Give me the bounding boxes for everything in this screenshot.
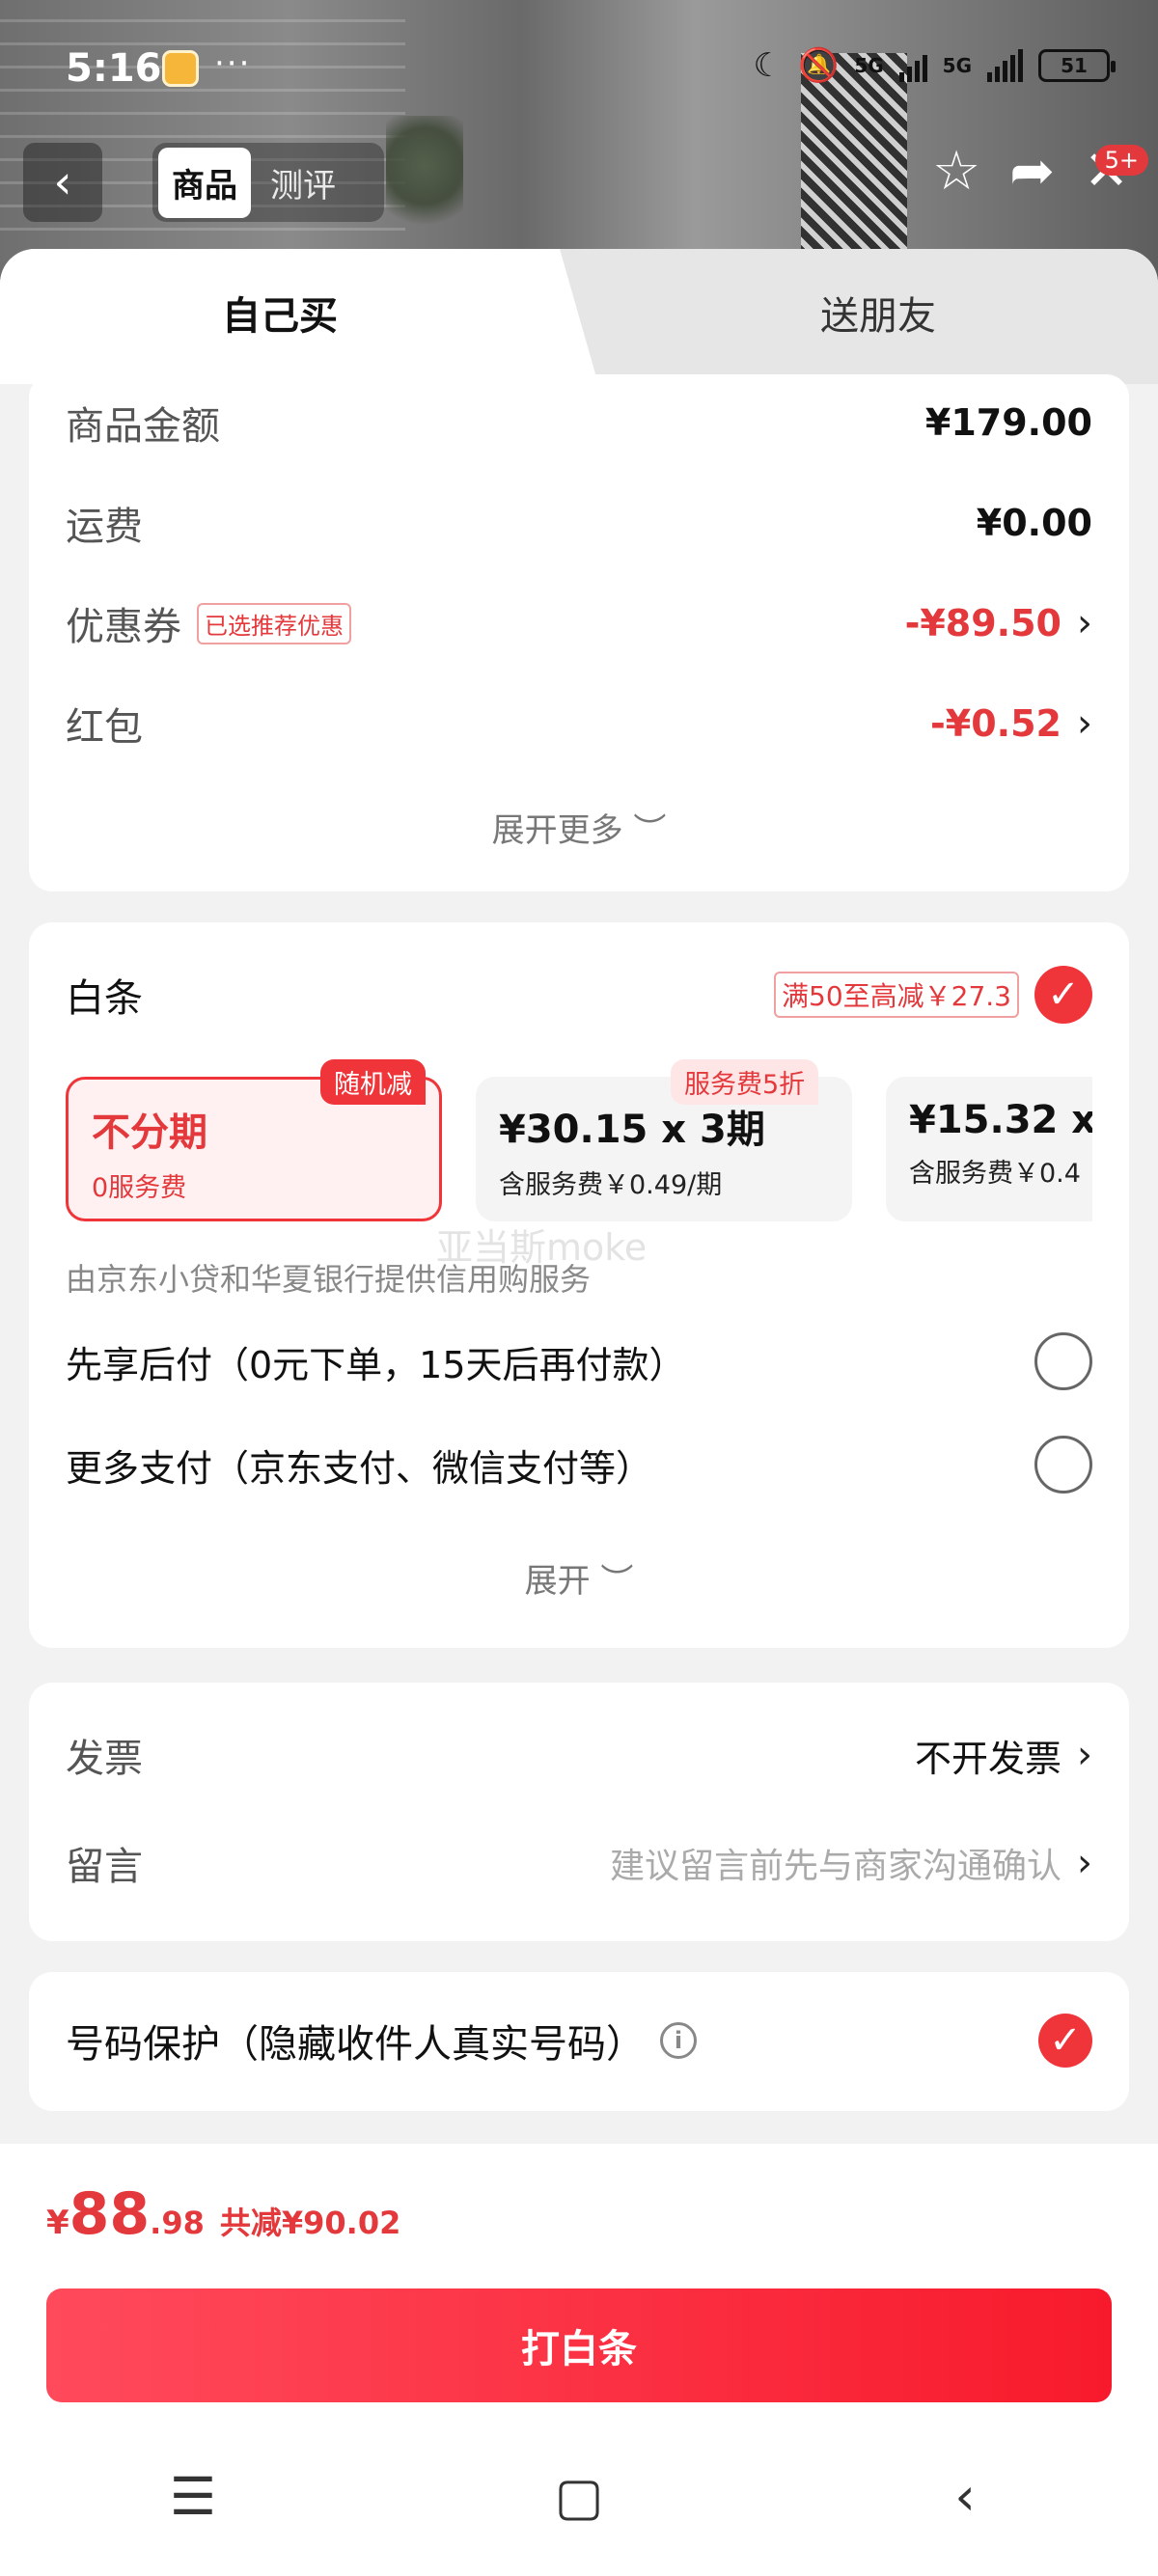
total-price: ¥ 88 .98 共减¥90.02 <box>46 2180 400 2248</box>
plan-subtitle: 含服务费￥0.49/期 <box>499 1170 723 1200</box>
summary-row-shipping: 运费 ¥0.00 <box>66 494 1092 552</box>
plan-subtitle: 含服务费￥0.4 <box>909 1159 1081 1189</box>
moon-icon: ☾ <box>753 46 783 85</box>
back-icon[interactable]: ‹ <box>868 2466 1062 2527</box>
total-saved: 共减¥90.02 <box>219 2205 401 2241</box>
price-integer: 88 <box>69 2180 151 2248</box>
checkout-bar: ¥ 88 .98 共减¥90.02 打白条 ☰ ▢ ‹ <box>0 2144 1158 2576</box>
plan-6-installments[interactable]: ¥15.32 x 6 含服务费￥0.4 <box>886 1077 1092 1221</box>
price-summary-card: 商品金额 ¥179.00 运费 ¥0.00 优惠券 已选推荐优惠 -¥89.50… <box>29 374 1129 891</box>
chevron-right-icon: › <box>1077 701 1092 746</box>
summary-row-coupon[interactable]: 优惠券 已选推荐优惠 -¥89.50 › <box>66 594 1092 652</box>
summary-row-goods: 商品金额 ¥179.00 <box>66 394 1092 452</box>
redpacket-value: -¥0.52 <box>930 702 1062 745</box>
checkmark-icon[interactable]: ✓ <box>1034 966 1092 1024</box>
coupon-label: 优惠券 <box>66 605 181 649</box>
shipping-label: 运费 <box>66 505 143 549</box>
goods-amount-label: 商品金额 <box>66 404 220 449</box>
pay-later-radio[interactable] <box>1034 1332 1092 1390</box>
more-payment-option[interactable]: 更多支付（京东支付、微信支付等） <box>66 1431 1092 1498</box>
summary-row-redpacket[interactable]: 红包 -¥0.52 › <box>66 695 1092 753</box>
tab-send-friend[interactable]: 送朋友 <box>598 249 1158 384</box>
price-symbol: ¥ <box>46 2204 69 2242</box>
invoice-label: 发票 <box>66 1737 143 1781</box>
expand-payment-link[interactable]: 展开 ︶ <box>29 1554 1129 1602</box>
menu-icon[interactable]: ☰ <box>96 2466 290 2527</box>
price-decimal: .98 <box>150 2205 205 2241</box>
share-icon[interactable]: ➦ <box>1009 145 1055 199</box>
chevron-right-icon: › <box>1077 1733 1092 1777</box>
number-protection-card: 号码保护（隐藏收件人真实号码） i ✓ <box>29 1972 1129 2111</box>
expand-more-link[interactable]: 展开更多 ︶ <box>29 804 1129 851</box>
checkmark-icon[interactable]: ✓ <box>1038 2014 1092 2068</box>
home-icon[interactable]: ▢ <box>482 2466 676 2527</box>
tab-buy-self-label[interactable]: 自己买 <box>0 249 560 384</box>
message-count-badge: 5+ <box>1094 145 1148 176</box>
plan-subtitle: 0服务费 <box>92 1173 187 1203</box>
star-icon[interactable]: ☆ <box>932 145 980 199</box>
pay-baitiao-button[interactable]: 打白条 <box>46 2288 1112 2402</box>
pay-later-label: 先享后付（0元下单，15天后再付款） <box>66 1343 686 1386</box>
baitiao-payment-card: 白条 满50至高减￥27.3 ✓ 不分期 0服务费 ¥30.15 x 3期 含服… <box>29 922 1129 1648</box>
signal-icon <box>898 49 927 82</box>
note-row[interactable]: 留言 建议留言前先与商家沟通确认 › <box>66 1829 1092 1897</box>
invoice-note-card: 发票 不开发票 › 留言 建议留言前先与商家沟通确认 › <box>29 1683 1129 1941</box>
more-payment-radio[interactable] <box>1034 1436 1092 1494</box>
plan-title: ¥30.15 x 3期 <box>499 1108 765 1152</box>
notification-app-icon <box>162 50 199 87</box>
battery-icon: 51 <box>1038 49 1116 82</box>
random-discount-tag: 随机减 <box>320 1059 426 1105</box>
chevron-left-icon: ‹ <box>53 155 72 209</box>
info-icon[interactable]: i <box>660 2022 697 2059</box>
goods-amount-value: ¥179.00 <box>924 401 1092 444</box>
fee-discount-tag: 服务费5折 <box>671 1059 819 1105</box>
status-time: 5:16 <box>66 46 162 91</box>
baitiao-promo-tag: 满50至高减￥27.3 <box>774 972 1019 1018</box>
back-button[interactable]: ‹ <box>23 143 102 222</box>
number-protection-label: 号码保护（隐藏收件人真实号码） <box>66 2022 645 2067</box>
shipping-value: ¥0.00 <box>976 502 1092 544</box>
chevron-right-icon: › <box>1077 1841 1092 1885</box>
signal-icon-2 <box>987 49 1023 82</box>
tab-product[interactable]: 商品 <box>158 147 251 218</box>
plan-title: 不分期 <box>92 1110 207 1155</box>
coupon-recommend-tag: 已选推荐优惠 <box>197 602 351 644</box>
system-navigation-bar: ☰ ▢ ‹ <box>0 2453 1158 2539</box>
watermark: 亚当斯moke <box>436 1226 648 1269</box>
baitiao-row[interactable]: 白条 满50至高减￥27.3 ✓ <box>66 961 1092 1028</box>
purchase-tabs: 自己买 送朋友 <box>0 249 1158 384</box>
mute-icon: 🔕 <box>797 46 840 85</box>
note-label: 留言 <box>66 1845 143 1889</box>
more-notifications-icon: ··· <box>214 44 252 83</box>
redpacket-label: 红包 <box>66 705 143 750</box>
coupon-value: -¥89.50 <box>904 602 1062 644</box>
product-tab-switch[interactable]: 商品 测评 <box>152 143 384 222</box>
tab-review[interactable]: 测评 <box>261 148 345 218</box>
network-label-2: 5G <box>942 54 972 77</box>
status-bar: 5:16 ··· ☾ 🔕 5G 5G 51 <box>0 0 1158 135</box>
network-label: 5G <box>854 54 884 77</box>
baitiao-title: 白条 <box>66 976 143 1021</box>
more-payment-label: 更多支付（京东支付、微信支付等） <box>66 1446 653 1490</box>
invoice-value: 不开发票 <box>914 1737 1062 1780</box>
note-input[interactable]: 建议留言前先与商家沟通确认 <box>610 1838 1062 1888</box>
number-protection-row[interactable]: 号码保护（隐藏收件人真实号码） i ✓ <box>66 2007 1092 2074</box>
installment-plans: 不分期 0服务费 ¥30.15 x 3期 含服务费￥0.49/期 ¥15.32 … <box>66 1077 1092 1221</box>
pay-later-option[interactable]: 先享后付（0元下单，15天后再付款） <box>66 1328 1092 1395</box>
plan-title: ¥15.32 x 6 <box>909 1098 1092 1142</box>
chevron-right-icon: › <box>1077 601 1092 645</box>
invoice-row[interactable]: 发票 不开发票 › <box>66 1721 1092 1789</box>
